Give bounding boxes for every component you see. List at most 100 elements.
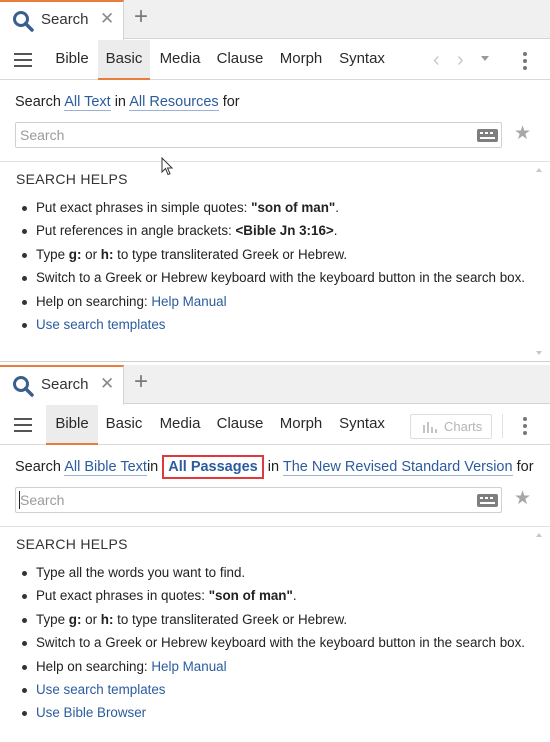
keyboard-icon[interactable] (477, 129, 498, 142)
tab-basic[interactable]: Basic (98, 405, 150, 445)
help-item: Put exact phrases in simple quotes: "son… (22, 199, 525, 222)
tab-search[interactable]: Search ✕ (0, 365, 124, 405)
resource-link[interactable]: All Resources (129, 94, 219, 111)
close-icon[interactable]: ✕ (100, 374, 114, 394)
tab-clause[interactable]: Clause (210, 40, 270, 80)
search-scope-line: Search All Text in All Resources for (15, 94, 240, 111)
chevron-left-icon[interactable]: ‹ (433, 49, 440, 72)
charts-label: Charts (444, 419, 483, 434)
tab-media[interactable]: Media (152, 40, 208, 80)
help-emphasis: "son of man" (251, 200, 336, 215)
help-item[interactable]: Use search templates (22, 681, 525, 704)
tab-bar: Search ✕ + (0, 365, 550, 405)
tab-morph[interactable]: Morph (272, 405, 330, 445)
tab-media[interactable]: Media (152, 405, 208, 445)
help-item: Type g: or h: to type transliterated Gre… (22, 611, 525, 634)
help-text: . (292, 588, 297, 604)
help-text: Put exact phrases in simple quotes: (36, 200, 252, 215)
divider (0, 526, 550, 527)
tab-morph[interactable]: Morph (272, 40, 330, 80)
help-text: Help on searching: (36, 293, 152, 309)
chevron-down-icon[interactable] (481, 56, 489, 61)
search-input[interactable] (20, 126, 470, 144)
search-panel-2: Search ✕ + Bible Basic Media Clause Morp… (0, 365, 550, 742)
tab-syntax[interactable]: Syntax (332, 405, 392, 445)
menu-icon[interactable] (14, 53, 32, 67)
search-scope-line: Search All Bible Textin All Passages in … (15, 455, 534, 479)
help-emphasis: g: (68, 246, 82, 262)
scroll-up-icon[interactable] (536, 533, 542, 537)
chevron-right-icon[interactable]: › (457, 49, 464, 72)
help-link[interactable]: Help Manual (151, 294, 226, 309)
scroll-down-icon[interactable] (536, 351, 542, 355)
more-vertical-icon[interactable] (523, 52, 527, 70)
mouse-cursor-icon (161, 157, 174, 176)
tab-search[interactable]: Search ✕ (0, 0, 124, 40)
help-emphasis: "son of man" (208, 588, 293, 604)
plus-icon[interactable]: + (134, 3, 148, 31)
help-text: . (335, 200, 339, 215)
in-label: in (114, 94, 126, 110)
help-text: Type all the words you want to find. (36, 565, 246, 580)
tab-bible[interactable]: Bible (46, 40, 98, 80)
help-item: Switch to a Greek or Hebrew keyboard wit… (22, 634, 525, 657)
help-item[interactable]: Help on searching: Help Manual (22, 293, 525, 316)
tab-bar: Search ✕ + (0, 0, 550, 40)
plus-icon[interactable]: + (134, 368, 148, 396)
help-text: or (81, 246, 101, 262)
help-item[interactable]: Help on searching: Help Manual (22, 658, 525, 681)
scope-link[interactable]: All Bible Text (64, 459, 147, 476)
help-item[interactable]: Use search templates (22, 316, 525, 339)
search-icon (13, 376, 34, 397)
star-icon[interactable]: ★ (514, 122, 531, 145)
tab-clause[interactable]: Clause (210, 405, 270, 445)
help-emphasis: <Bible Jn 3:16> (235, 223, 334, 239)
chart-icon (423, 422, 437, 433)
passages-highlight: All Passages (162, 455, 264, 479)
help-link[interactable]: Help Manual (151, 659, 226, 674)
help-emphasis: g: (68, 611, 82, 627)
tab-syntax[interactable]: Syntax (332, 40, 392, 80)
in-label-2: in (267, 459, 280, 475)
tab-title: Search (41, 376, 89, 393)
scope-link[interactable]: All Text (64, 94, 111, 111)
search-helps-title: SEARCH HELPS (16, 171, 128, 187)
search-prefix: Search (15, 94, 61, 110)
search-helps-title: SEARCH HELPS (16, 536, 128, 552)
help-link[interactable]: Use search templates (36, 317, 166, 332)
search-helps-list: Type all the words you want to find. Put … (22, 564, 525, 728)
help-link[interactable]: Use search templates (36, 682, 166, 697)
help-text: . (333, 223, 338, 239)
passages-link[interactable]: All Passages (168, 459, 257, 475)
help-text: Put references in angle brackets: (36, 223, 236, 239)
menu-icon[interactable] (14, 418, 32, 432)
tab-basic[interactable]: Basic (98, 40, 150, 80)
close-icon[interactable]: ✕ (100, 9, 114, 29)
scroll-up-icon[interactable] (536, 168, 542, 172)
for-label: for (222, 94, 240, 110)
more-vertical-icon[interactable] (523, 417, 527, 435)
help-item: Put references in angle brackets: <Bible… (22, 222, 525, 245)
tab-title: Search (41, 11, 89, 28)
version-link[interactable]: The New Revised Standard Version (282, 459, 513, 476)
toolbar-separator (502, 414, 503, 438)
help-emphasis: h: (100, 611, 114, 627)
text-cursor (19, 491, 20, 509)
help-text: Switch to a Greek or Hebrew keyboard wit… (36, 270, 526, 286)
help-text: Put exact phrases in quotes: (36, 588, 209, 604)
help-item: Type g: or h: to type transliterated Gre… (22, 246, 525, 269)
help-item[interactable]: Use Bible Browser (22, 704, 525, 727)
help-text: or (81, 611, 101, 627)
tab-bible[interactable]: Bible (46, 405, 98, 445)
search-toolbar: Bible Basic Media Clause Morph Syntax Ch… (0, 405, 550, 445)
help-link[interactable]: Use Bible Browser (36, 705, 146, 720)
help-emphasis: h: (100, 246, 114, 262)
charts-button[interactable]: Charts (410, 414, 492, 439)
help-text: to type transliterated Greek or Hebrew. (113, 246, 348, 262)
keyboard-icon[interactable] (477, 494, 498, 507)
help-text: Type (36, 246, 69, 262)
search-input[interactable] (20, 491, 470, 509)
in-label: in (146, 459, 159, 475)
star-icon[interactable]: ★ (514, 487, 531, 510)
help-text: to type transliterated Greek or Hebrew. (113, 611, 348, 627)
